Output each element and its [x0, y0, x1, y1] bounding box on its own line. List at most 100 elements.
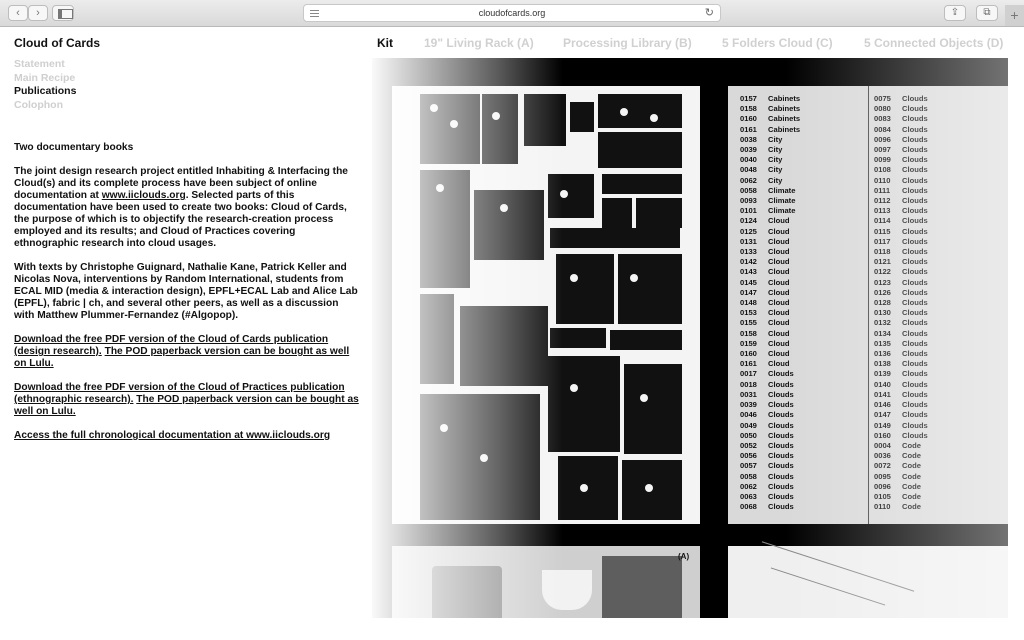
card-number: 0097	[874, 145, 891, 155]
card-category: Clouds	[902, 389, 928, 399]
card-category: Clouds	[902, 247, 928, 257]
card-category: Cloud	[768, 349, 790, 359]
cut-hole	[436, 184, 444, 192]
reload-icon[interactable]: ↻	[705, 5, 714, 22]
card-number: 0046	[740, 410, 757, 420]
card-category: Clouds	[902, 185, 928, 195]
cut-hole	[640, 394, 648, 402]
card-category: Clouds	[902, 226, 928, 236]
card-list-row: 0146 Clouds	[874, 400, 928, 410]
full-documentation-link[interactable]: Access the full chronological documentat…	[14, 430, 330, 441]
card-category: Clouds	[768, 430, 794, 440]
nav-item-statement[interactable]: Statement	[14, 58, 76, 72]
address-bar[interactable]: cloudofcards.org ↻	[303, 4, 721, 22]
card-category: Cloud	[768, 359, 790, 369]
card-list-row: 0097 Clouds	[874, 145, 928, 155]
card-number: 0108	[874, 165, 891, 175]
card-number: 0080	[874, 104, 891, 114]
card-category: Clouds	[902, 124, 928, 134]
card-number: 0161	[740, 124, 757, 134]
nav-item-main-recipe[interactable]: Main Recipe	[14, 72, 76, 86]
card-list-row: 0040 City	[740, 155, 800, 165]
reader-menu-icon[interactable]	[310, 10, 319, 17]
card-number: 0039	[740, 145, 757, 155]
cut-piece	[420, 94, 480, 164]
card-list-row: 0117 Clouds	[874, 237, 928, 247]
kit-image[interactable]: 0157 Cabinets 0158 Cabinets 0160 Cabinets 0161…	[372, 58, 1008, 618]
card-category: Clouds	[902, 369, 928, 379]
publications-content: Two documentary books The joint design r…	[14, 142, 359, 454]
cut-piece	[598, 132, 682, 168]
card-list-row: 0056 Clouds	[740, 451, 800, 461]
card-number: 0124	[740, 216, 757, 226]
card-list-row: 0158 Cabinets	[740, 104, 800, 114]
card-category: Clouds	[902, 277, 928, 287]
credits-paragraph: With texts by Christophe Guignard, Natha…	[14, 262, 358, 321]
card-list-row: 0161 Cloud	[740, 359, 800, 369]
card-list-row: 0122 Clouds	[874, 267, 928, 277]
cut-piece	[474, 190, 544, 260]
cut-piece	[570, 102, 594, 132]
card-number: 0149	[874, 420, 891, 430]
card-number: 0052	[740, 440, 757, 450]
card-category: Cloud	[768, 318, 790, 328]
card-category: Clouds	[902, 349, 928, 359]
card-list-row: 0101 Climate	[740, 206, 800, 216]
cut-hole	[650, 114, 658, 122]
card-list-row: 0110 Code	[874, 502, 928, 512]
card-list-row: 0135 Clouds	[874, 339, 928, 349]
card-category: Cloud	[768, 308, 790, 318]
forward-icon[interactable]: ›	[28, 5, 48, 21]
project-tab-processing-library[interactable]: Processing Library (B)	[563, 36, 692, 50]
card-number: 0083	[874, 114, 891, 124]
card-category: Code	[902, 481, 921, 491]
card-list-row: 0018 Clouds	[740, 380, 800, 390]
card-list-row: 0084 Clouds	[874, 125, 928, 135]
card-number: 0112	[874, 196, 891, 206]
project-tab-folders-cloud[interactable]: 5 Folders Cloud (C)	[722, 36, 833, 50]
card-number: 0139	[874, 369, 891, 379]
card-list-row: 0080 Clouds	[874, 104, 928, 114]
card-list-row: 0115 Clouds	[874, 227, 928, 237]
site-title[interactable]: Cloud of Cards	[14, 36, 100, 50]
project-tab-connected-objects[interactable]: 5 Connected Objects (D)	[864, 36, 1003, 50]
share-icon[interactable]: ⇪	[944, 5, 966, 21]
card-list-row: 0075 Clouds	[874, 94, 928, 104]
project-tab-kit[interactable]: Kit	[377, 36, 393, 50]
card-number: 0153	[740, 308, 757, 318]
card-list-row: 0063 Clouds	[740, 492, 800, 502]
card-list-row: 0160 Cloud	[740, 349, 800, 359]
card-category: Cloud	[768, 277, 790, 287]
card-number: 0148	[740, 298, 757, 308]
card-category: Cloud	[768, 287, 790, 297]
sidebar-toggle-icon[interactable]	[52, 5, 74, 21]
card-category: Clouds	[768, 491, 794, 501]
project-tab-living-rack[interactable]: 19" Living Rack (A)	[424, 36, 534, 50]
card-category: City	[768, 165, 783, 175]
tabs-overview-icon[interactable]: ⧉	[976, 5, 998, 21]
card-number: 0048	[740, 165, 757, 175]
iiclouds-link[interactable]: www.iiclouds.org	[102, 190, 186, 201]
nav-item-publications[interactable]: Publications	[14, 85, 76, 99]
card-category: Clouds	[902, 165, 928, 175]
card-number: 0110	[874, 175, 891, 185]
card-category: Clouds	[902, 257, 928, 267]
card-number: 0084	[874, 124, 891, 134]
sketch-line	[761, 541, 915, 592]
new-tab-icon[interactable]: +	[1005, 5, 1024, 26]
card-number: 0039	[740, 400, 757, 410]
card-list-row: 0031 Clouds	[740, 390, 800, 400]
card-category: City	[768, 175, 783, 185]
card-list-row: 0118 Clouds	[874, 247, 928, 257]
card-list-row: 0160 Cabinets	[740, 114, 800, 124]
section-nav: Statement Main Recipe Publications Colop…	[14, 58, 76, 112]
card-number: 0057	[740, 461, 757, 471]
back-icon[interactable]: ‹	[8, 5, 28, 21]
card-number: 0110	[874, 502, 891, 512]
cut-piece	[610, 330, 682, 350]
card-list-row: 0046 Clouds	[740, 410, 800, 420]
card-index-image: 0157 Cabinets 0158 Cabinets 0160 Cabinets 0161…	[728, 86, 1008, 524]
nav-item-colophon[interactable]: Colophon	[14, 99, 76, 113]
cut-hole	[645, 484, 653, 492]
card-category: Clouds	[902, 430, 928, 440]
